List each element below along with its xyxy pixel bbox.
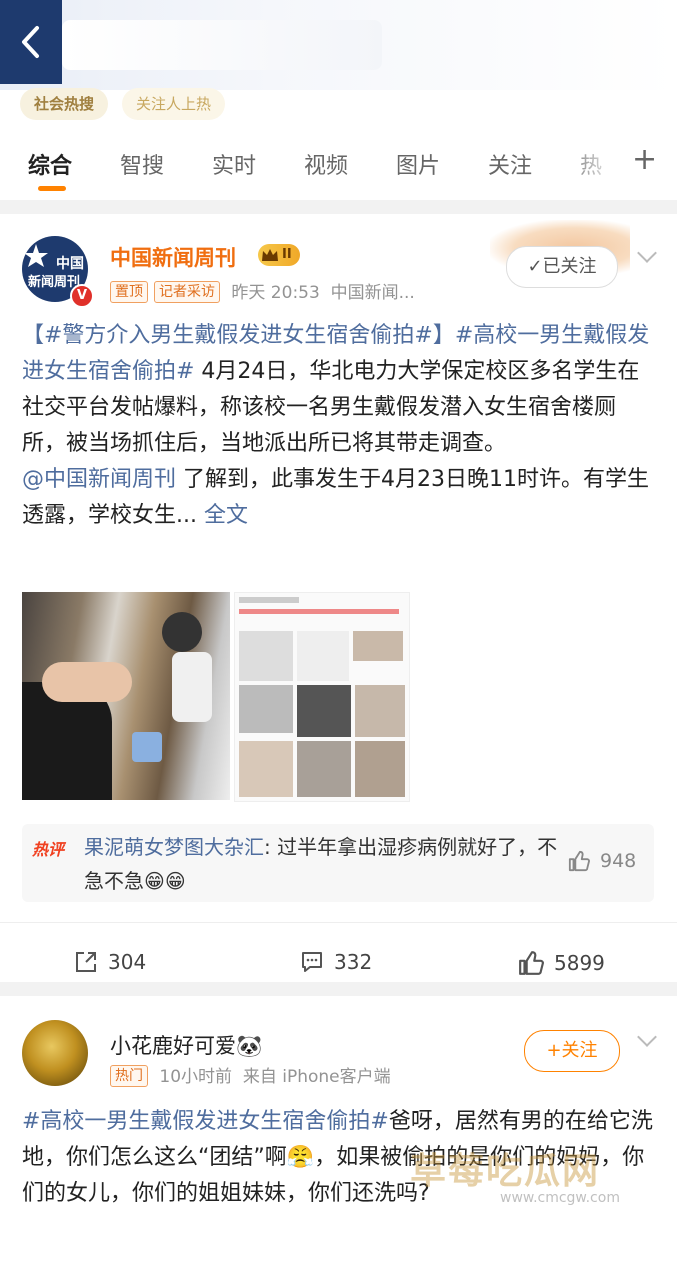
tab-following[interactable]: 关注 <box>488 148 532 180</box>
thumbs-up-icon <box>519 951 544 975</box>
chevron-down-icon[interactable] <box>637 1027 657 1047</box>
hashtag-link[interactable]: #高校一男生戴假发进女生宿舍偷拍# <box>22 1109 389 1134</box>
hot-comment-like[interactable]: 948 <box>568 850 636 872</box>
divider <box>0 922 677 923</box>
svg-text:中国: 中国 <box>56 255 84 272</box>
active-tab-indicator <box>38 186 66 191</box>
verified-badge-icon: V <box>70 284 94 308</box>
post-source: 来自 iPhone客户端 <box>242 1067 391 1087</box>
tab-fade <box>560 138 620 194</box>
reporter-tag: 记者采访 <box>154 281 220 303</box>
thumbs-up-icon <box>568 850 590 872</box>
panda-emoji: 🐼 <box>236 1034 263 1058</box>
post-image[interactable] <box>22 592 230 800</box>
author-name-text: 小花鹿好可爱 <box>110 1034 236 1058</box>
chevron-down-icon[interactable] <box>637 243 657 263</box>
repost-count: 304 <box>108 950 147 974</box>
comment-button[interactable]: 332 <box>300 950 372 974</box>
pinned-tag: 置顶 <box>110 281 148 303</box>
watermark-title: 草莓吃瓜网 <box>410 1151 601 1192</box>
tab-smart-search[interactable]: 智搜 <box>120 148 164 180</box>
tab-images[interactable]: 图片 <box>396 148 440 180</box>
level-text: II <box>282 247 292 262</box>
filter-chips: 社会热搜 关注人上热 <box>20 88 226 120</box>
hot-comment-label: 热评 <box>32 840 65 859</box>
post-meta: 热门 10小时前 来自 iPhone客户端 <box>110 1062 391 1087</box>
post-image-screenshot[interactable] <box>234 592 410 802</box>
add-tab-button[interactable]: + <box>632 142 657 177</box>
post-card[interactable]: 中国 新闻周刊 V 中国新闻周刊 II 置顶 记者采访 昨天 20:53 中国新闻… <box>0 214 677 982</box>
crown-icon <box>262 249 278 261</box>
post-source: 中国新闻... <box>330 283 415 303</box>
hot-comment-likes: 948 <box>600 850 637 872</box>
hot-comment-emoji: 😁😁 <box>144 869 186 893</box>
repost-icon <box>76 952 96 972</box>
post-card[interactable]: 小花鹿好可爱🐼 热门 10小时前 来自 iPhone客户端 +关注 #高校一男生… <box>0 996 677 1280</box>
tab-bar: 综合 智搜 实时 视频 图片 关注 热 + <box>0 138 677 194</box>
tab-realtime[interactable]: 实时 <box>212 148 256 180</box>
post-text: 【#警方介入男生戴假发进女生宿舍偷拍#】#高校一男生戴假发进女生宿舍偷拍# 4月… <box>22 318 654 534</box>
author-name[interactable]: 小花鹿好可爱🐼 <box>110 1030 262 1060</box>
comment-count: 332 <box>334 950 373 974</box>
repost-button[interactable]: 304 <box>74 950 146 974</box>
avatar[interactable] <box>22 1020 88 1086</box>
like-count: 5899 <box>554 951 605 975</box>
back-button[interactable] <box>0 0 62 84</box>
like-button[interactable]: 5899 <box>518 950 605 976</box>
follow-button[interactable]: +关注 <box>524 1030 620 1072</box>
comment-icon <box>302 952 322 972</box>
hot-comment-text: 果泥萌女梦图大杂汇: 过半年拿出湿疹病例就好了，不急不急😁😁 <box>84 830 564 898</box>
author-name[interactable]: 中国新闻周刊 <box>110 242 236 272</box>
chip-follow-hot[interactable]: 关注人上热 <box>122 88 226 120</box>
watermark-url: www.cmcgw.com <box>500 1190 620 1206</box>
followed-button[interactable]: ✓已关注 <box>506 246 618 288</box>
mention-link[interactable]: @中国新闻周刊 <box>22 467 176 492</box>
tab-video[interactable]: 视频 <box>304 148 348 180</box>
hot-comment[interactable]: 热评 果泥萌女梦图大杂汇: 过半年拿出湿疹病例就好了，不急不急😁😁 948 <box>22 824 654 902</box>
back-arrow-icon <box>22 26 39 58</box>
hot-comment-user[interactable]: 果泥萌女梦图大杂汇 <box>84 835 264 859</box>
search-bar <box>0 0 677 90</box>
search-input[interactable] <box>62 20 382 70</box>
trending-tag: 热门 <box>110 1065 148 1087</box>
member-level-badge: II <box>258 244 300 266</box>
hashtag-link[interactable]: 【#警方介入男生戴假发进女生宿舍偷拍#】 <box>22 323 455 348</box>
search-header: 社会热搜 关注人上热 综合 智搜 实时 视频 图片 关注 热 + <box>0 0 677 200</box>
chip-hot-topic[interactable]: 社会热搜 <box>20 88 109 120</box>
post-meta: 置顶 记者采访 昨天 20:53 中国新闻... <box>110 278 415 303</box>
post-time: 10小时前 <box>159 1067 233 1087</box>
post-time: 昨天 20:53 <box>231 283 320 303</box>
tab-comprehensive[interactable]: 综合 <box>28 148 72 180</box>
full-text-link[interactable]: 全文 <box>204 503 248 528</box>
